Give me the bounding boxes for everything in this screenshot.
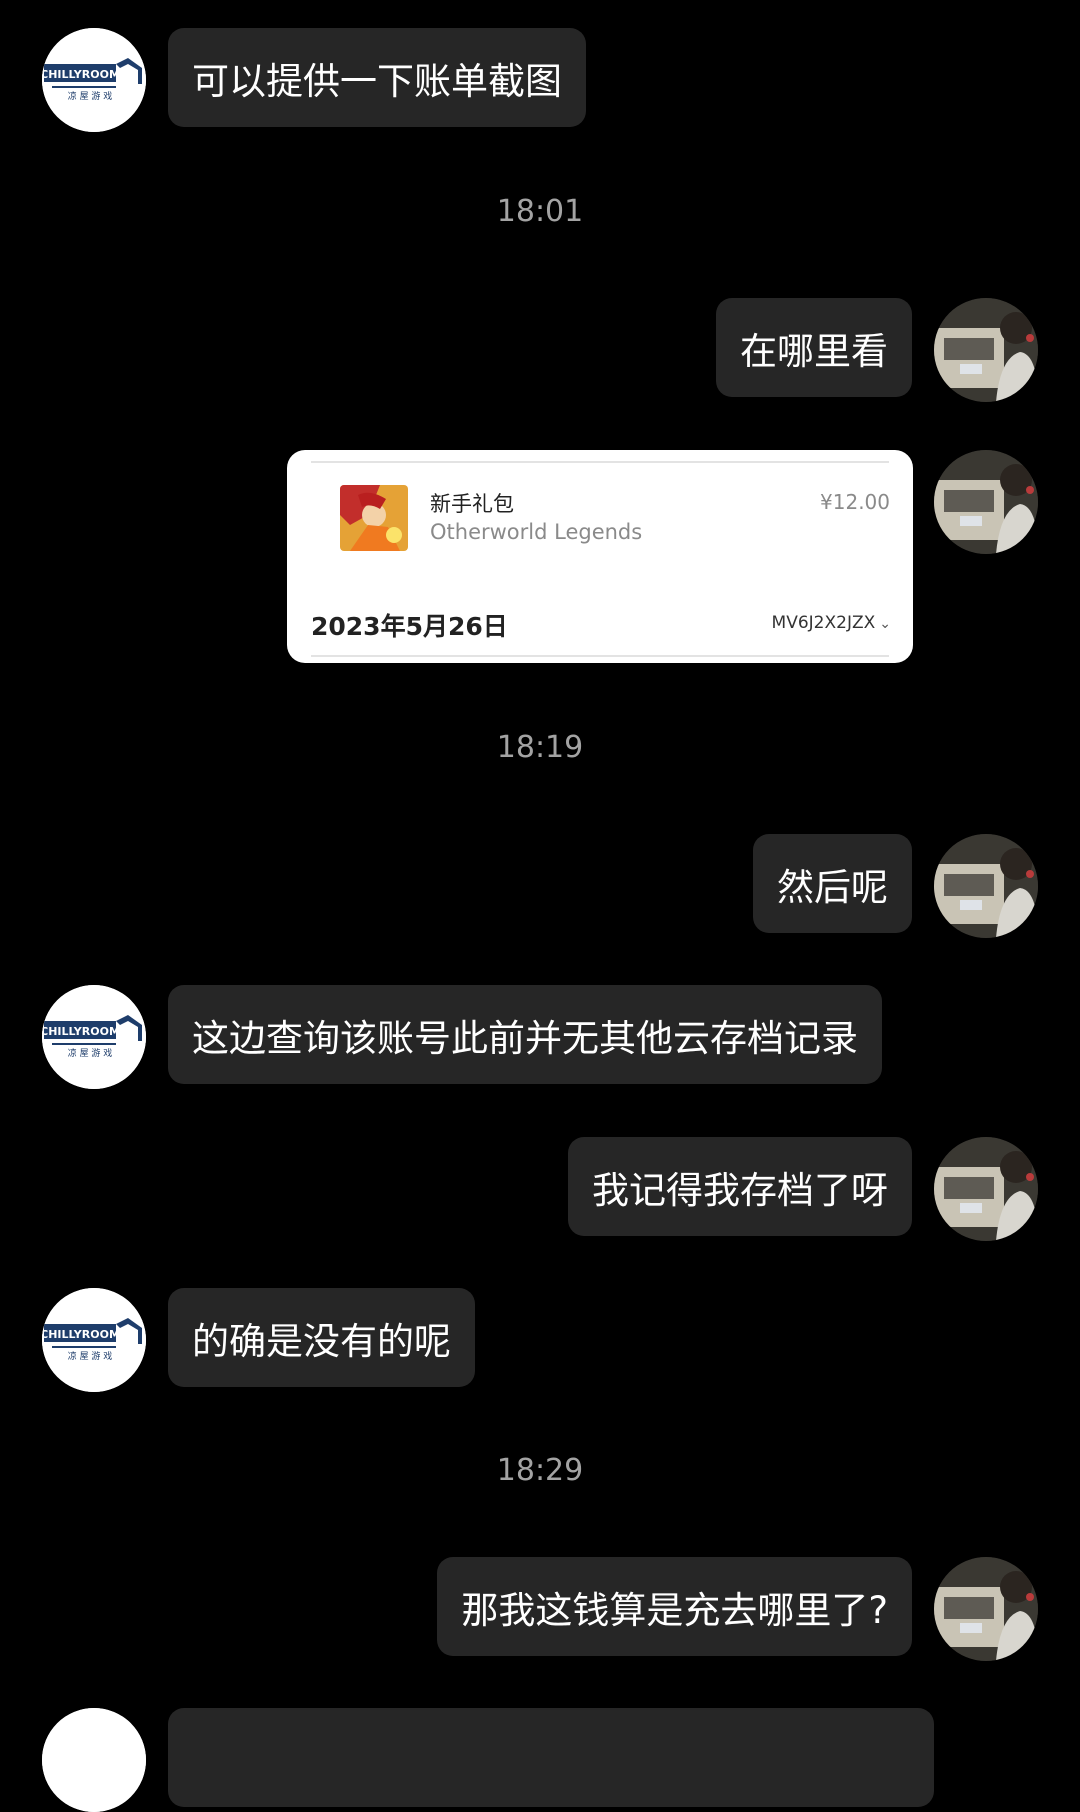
message-text: 可以提供一下账单截图	[192, 59, 562, 103]
user-photo-icon	[934, 1557, 1038, 1661]
receipt-order-id[interactable]: MV6J2X2JZX ⌄	[772, 613, 891, 633]
timestamp: 18:01	[496, 194, 584, 229]
chillyroom-logo: CHILLYROOM 凉 屋 游 戏	[42, 1288, 146, 1392]
message-bubble-user[interactable]: 我记得我存档了呀	[568, 1137, 912, 1236]
timestamp: 18:29	[496, 1453, 584, 1488]
user-photo-icon	[934, 834, 1038, 938]
svg-text:CHILLYROOM: CHILLYROOM	[42, 1328, 120, 1341]
message-text: 我记得我存档了呀	[592, 1168, 888, 1212]
user-avatar[interactable]	[934, 1557, 1038, 1661]
message-bubble-user[interactable]: 然后呢	[753, 834, 912, 933]
receipt-card[interactable]: 新手礼包 Otherworld Legends ¥12.00 2023年5月26…	[287, 450, 913, 663]
user-photo-icon	[934, 298, 1038, 402]
chillyroom-logo	[42, 1708, 146, 1812]
divider	[311, 461, 889, 463]
order-id-text: MV6J2X2JZX	[771, 613, 876, 633]
svg-text:凉 屋 游 戏: 凉 屋 游 戏	[68, 90, 113, 102]
app-icon	[340, 485, 408, 551]
support-avatar[interactable]: CHILLYROOM 凉 屋 游 戏	[42, 1288, 146, 1392]
message-bubble-user[interactable]: 那我这钱算是充去哪里了?	[437, 1557, 912, 1656]
message-bubble-support[interactable]: 可以提供一下账单截图	[168, 28, 586, 127]
message-text: 那我这钱算是充去哪里了?	[461, 1588, 888, 1632]
svg-text:CHILLYROOM: CHILLYROOM	[42, 1025, 120, 1038]
receipt-price: ¥12.00	[820, 490, 890, 514]
svg-text:凉 屋 游 戏: 凉 屋 游 戏	[68, 1350, 113, 1362]
message-bubble-user[interactable]: 在哪里看	[716, 298, 912, 397]
user-avatar[interactable]	[934, 298, 1038, 402]
receipt-item-name: 新手礼包	[430, 492, 514, 516]
message-text: 然后呢	[777, 865, 888, 909]
message-bubble-support[interactable]	[168, 1708, 934, 1807]
support-avatar[interactable]: CHILLYROOM 凉 屋 游 戏	[42, 985, 146, 1089]
divider	[311, 655, 889, 657]
message-bubble-support[interactable]: 的确是没有的呢	[168, 1288, 475, 1387]
message-text: 这边查询该账号此前并无其他云存档记录	[192, 1016, 858, 1060]
user-avatar[interactable]	[934, 834, 1038, 938]
user-avatar[interactable]	[934, 450, 1038, 554]
receipt-app-name: Otherworld Legends	[430, 520, 643, 544]
chillyroom-logo: CHILLYROOM 凉 屋 游 戏	[42, 985, 146, 1089]
message-text: 的确是没有的呢	[192, 1319, 451, 1363]
user-photo-icon	[934, 450, 1038, 554]
support-avatar[interactable]: CHILLYROOM 凉 屋 游 戏	[42, 28, 146, 132]
svg-text:CHILLYROOM: CHILLYROOM	[42, 68, 120, 81]
support-avatar[interactable]	[42, 1708, 146, 1812]
message-text: 在哪里看	[740, 329, 888, 373]
user-photo-icon	[934, 1137, 1038, 1241]
message-bubble-support[interactable]: 这边查询该账号此前并无其他云存档记录	[168, 985, 882, 1084]
svg-text:凉 屋 游 戏: 凉 屋 游 戏	[68, 1047, 113, 1059]
timestamp: 18:19	[496, 730, 584, 765]
chillyroom-logo: CHILLYROOM 凉 屋 游 戏	[42, 28, 146, 132]
chevron-down-icon: ⌄	[879, 616, 891, 632]
user-avatar[interactable]	[934, 1137, 1038, 1241]
receipt-date: 2023年5月26日	[311, 612, 508, 641]
